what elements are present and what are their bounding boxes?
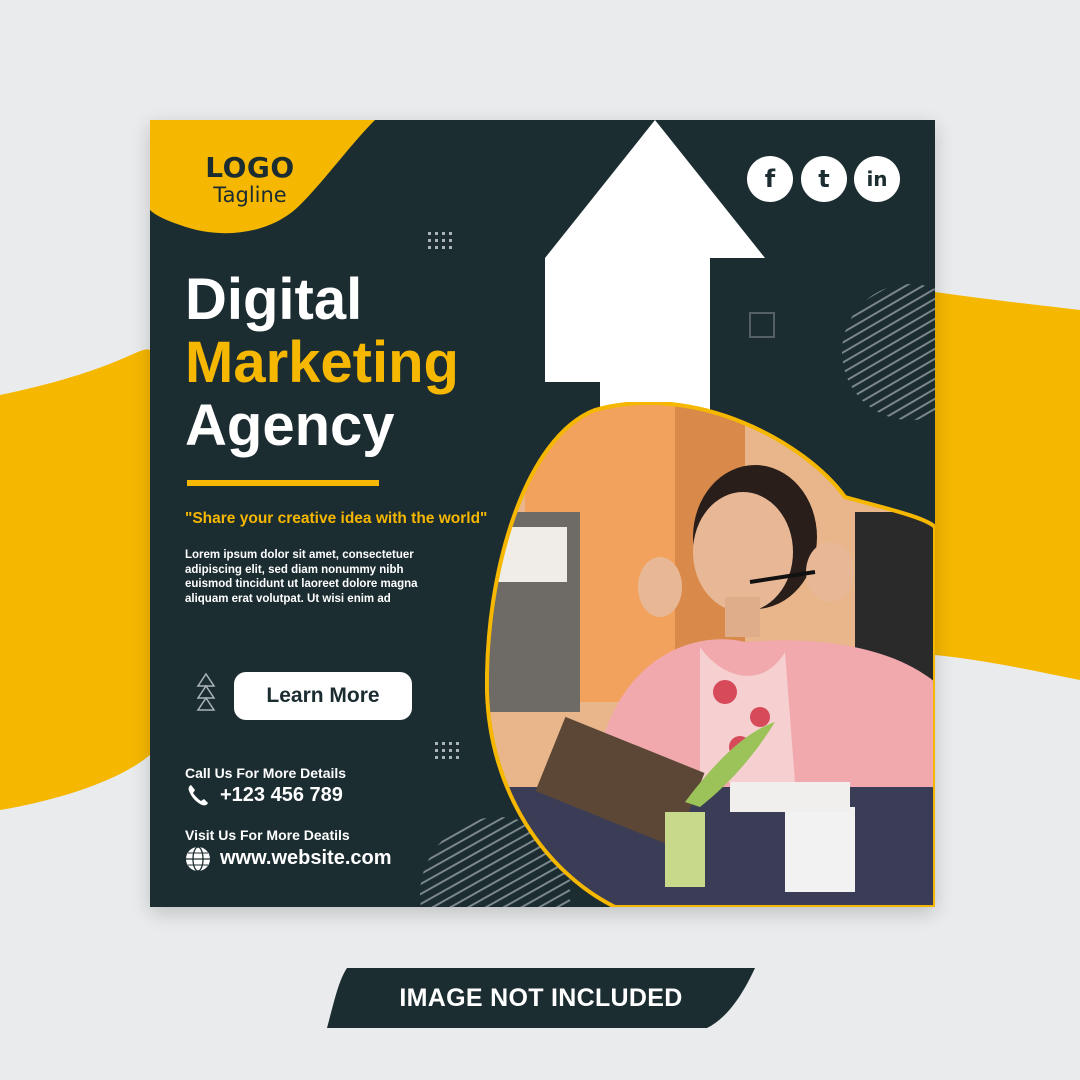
promo-card: LOGO Tagline f t in Digital Marketing Ag… <box>150 120 935 907</box>
twitter-icon[interactable]: t <box>801 156 847 202</box>
learn-more-button[interactable]: Learn More <box>234 672 412 720</box>
photo-frame <box>485 402 935 907</box>
logo-text: LOGO <box>205 151 295 184</box>
body-text: Lorem ipsum dolor sit amet, consectetuer… <box>185 549 418 605</box>
headline: Digital Marketing Agency <box>185 268 565 457</box>
call-label: Call Us For More Details <box>185 765 347 781</box>
headline-divider <box>187 480 379 486</box>
phone-number[interactable]: +123 456 789 <box>220 784 343 807</box>
phone-icon <box>188 785 208 806</box>
globe-icon <box>186 846 210 872</box>
website-link[interactable]: www.website.com <box>220 847 392 870</box>
brand-logo: LOGO Tagline <box>185 151 315 208</box>
banner-text: IMAGE NOT INCLUDED <box>399 984 683 1012</box>
visit-label: Visit Us For More Deatils <box>185 827 350 843</box>
headline-line-3: Agency <box>185 393 395 458</box>
triangle-stack-icon <box>196 672 216 711</box>
facebook-icon[interactable]: f <box>747 156 793 202</box>
quote-text: "Share your creative idea with the world… <box>185 510 488 527</box>
headline-line-2: Marketing <box>185 330 459 395</box>
logo-tagline: Tagline <box>213 183 287 207</box>
headline-line-1: Digital <box>185 267 363 332</box>
linkedin-icon[interactable]: in <box>854 156 900 202</box>
